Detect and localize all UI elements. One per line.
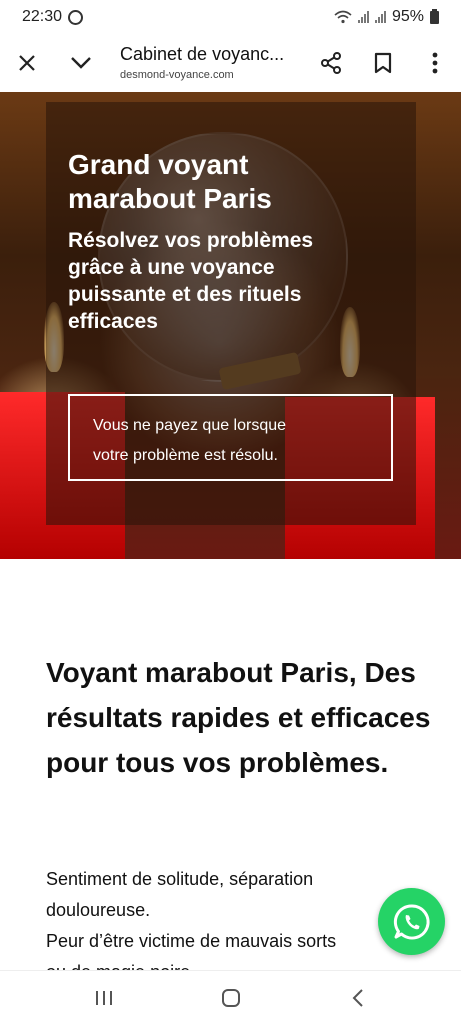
- home-button[interactable]: [201, 971, 261, 1024]
- system-nav-bar: [0, 970, 461, 1024]
- whatsapp-notification-icon: [68, 9, 84, 25]
- page-title-area[interactable]: Cabinet de voyanc... desmond-voyance.com: [108, 45, 305, 82]
- whatsapp-icon: [393, 903, 430, 939]
- payment-notice-box: Vous ne payez que lorsque votre problème…: [68, 394, 393, 481]
- page-title: Cabinet de voyanc...: [120, 44, 285, 64]
- signal-icon-2: [374, 11, 386, 23]
- whatsapp-button[interactable]: [378, 888, 445, 955]
- body-line: douloureuse.: [46, 900, 151, 920]
- more-vert-icon: [432, 52, 438, 74]
- share-button[interactable]: [305, 34, 357, 92]
- bookmark-icon: [374, 52, 392, 74]
- battery-icon: [430, 8, 439, 24]
- battery-percent: 95%: [391, 8, 424, 25]
- recents-button[interactable]: [74, 971, 134, 1024]
- share-icon: [321, 52, 341, 74]
- status-time: 22:30: [22, 8, 63, 25]
- hero-subtitle: Résolvez vos problèmes grâce à une voyan…: [68, 229, 314, 333]
- close-button[interactable]: [0, 34, 54, 92]
- status-bar: 22:30 95%: [0, 0, 461, 34]
- hero-banner: Grand voyant marabout Paris Résolvez vos…: [0, 92, 461, 559]
- section-heading: Voyant marabout Paris, Des résultats rap…: [46, 657, 431, 778]
- back-icon: [352, 988, 363, 1007]
- chevron-down-icon: [71, 57, 91, 69]
- recents-icon: [95, 990, 112, 1005]
- home-icon: [221, 988, 240, 1007]
- close-icon: [19, 55, 35, 71]
- back-button[interactable]: [328, 971, 388, 1024]
- browser-toolbar: Cabinet de voyanc... desmond-voyance.com: [0, 34, 461, 92]
- wifi-icon: [334, 10, 352, 24]
- bookmark-button[interactable]: [357, 34, 409, 92]
- payment-notice-line2: votre problème est résolu.: [93, 447, 278, 464]
- more-options-button[interactable]: [409, 34, 461, 92]
- hero-title: Grand voyant marabout Paris: [68, 149, 272, 214]
- body-line: Peur d’être victime de mauvais sorts: [46, 931, 337, 951]
- collapse-button[interactable]: [54, 34, 108, 92]
- signal-icon-1: [357, 11, 369, 23]
- payment-notice-line1: Vous ne payez que lorsque: [93, 417, 287, 434]
- body-line: Sentiment de solitude, séparation: [46, 869, 314, 889]
- page-domain: desmond-voyance.com: [120, 69, 234, 82]
